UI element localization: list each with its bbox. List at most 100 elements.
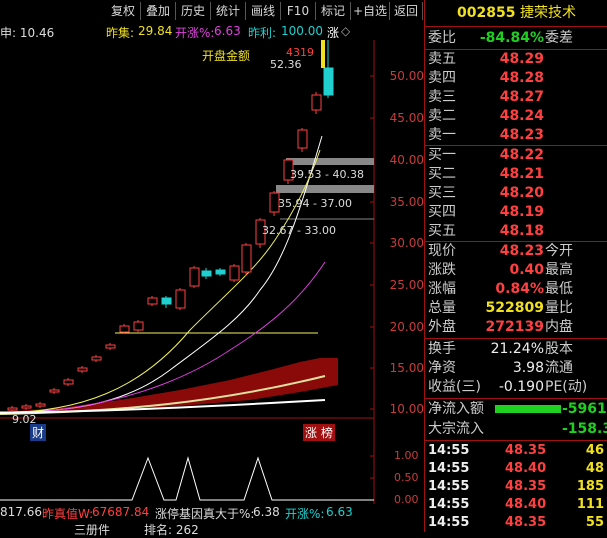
net-flow-bar — [495, 405, 561, 413]
ask-row-4[interactable]: 卖四 48.28 — [425, 69, 607, 88]
bid-row-5[interactable]: 买五 48.18 — [425, 222, 607, 241]
ask-label: 卖一 — [428, 127, 456, 143]
trade-volume: 46 — [585, 443, 604, 458]
ask-row-2[interactable]: 卖二 48.24 — [425, 107, 607, 126]
bid-row-1[interactable]: 买一 48.22 — [425, 146, 607, 165]
stat-label2: 最低 — [545, 281, 573, 297]
candle-body — [105, 344, 116, 349]
candle-body — [201, 270, 212, 277]
y-tick-35: 35.00 — [389, 195, 424, 209]
stat-row-volume: 总量 522809 量比 — [425, 299, 607, 318]
bid-price: 48.22 — [499, 147, 544, 163]
fuquan-button[interactable]: 复权 — [106, 2, 141, 20]
candle-body — [49, 389, 60, 393]
price-axis-labels: 50.00 45.00 40.00 35.00 30.00 25.00 20.0… — [376, 40, 424, 420]
f10-button[interactable]: F10 — [281, 2, 316, 20]
bottom-row2-left: 三册件 — [74, 523, 111, 537]
add-favorite-button[interactable]: +自选 — [351, 2, 390, 20]
stat-value: 272139 — [485, 319, 544, 335]
stock-name: 捷荣技术 — [519, 5, 576, 21]
signal-line — [0, 456, 374, 501]
trade-volume: 48 — [585, 461, 604, 476]
indicator-prefix: 申: 10.46 — [0, 26, 55, 40]
tongji-button[interactable]: 统计 — [211, 2, 246, 20]
bid-row-2[interactable]: 买二 48.21 — [425, 165, 607, 184]
back-button[interactable]: 返回 — [390, 2, 423, 20]
ask-price: 48.24 — [499, 108, 544, 124]
trade-volume: 55 — [585, 515, 604, 530]
y-tick-20: 20.00 — [389, 320, 424, 334]
stat-label2: 股本 — [545, 341, 573, 357]
stat-label2: 今开 — [545, 243, 573, 259]
stat-label2: 内盘 — [545, 319, 573, 335]
trade-time: 14:55 — [428, 443, 470, 458]
flow-label: 大宗流入 — [428, 421, 484, 437]
stat-label: 现价 — [428, 243, 456, 259]
trade-time: 14:55 — [428, 461, 470, 476]
lower-tick-05: 0.50 — [394, 471, 419, 484]
stat-value: 0.84% — [495, 281, 544, 297]
diamond-icon[interactable]: ◇ — [341, 24, 350, 38]
trade-time: 14:55 — [428, 497, 470, 512]
candle-body — [323, 67, 334, 96]
candle-body — [147, 297, 158, 305]
trade-price: 48.35 — [505, 443, 547, 458]
ask-row-5[interactable]: 卖五 48.29 — [425, 50, 607, 69]
stat-row-outer: 外盘 272139 内盘 — [425, 318, 607, 337]
bid-label: 买二 — [428, 166, 456, 182]
y-tick-15: 15.00 — [389, 361, 424, 375]
range-band-2 — [276, 185, 374, 193]
trade-volume: 111 — [576, 497, 604, 512]
indicator-chart[interactable] — [0, 420, 424, 504]
stat-row-price: 现价 48.23 今开 — [425, 242, 607, 261]
bid-price: 48.19 — [499, 204, 544, 220]
stat-label2: 最高 — [545, 262, 573, 278]
zhangting-gene-value: 6.38 — [253, 505, 280, 519]
quote-panel: 002855 捷荣技术 委比 -84.84% 委差 卖五 48.29 卖四 48.2… — [424, 0, 607, 532]
trade-row: 14:55 48.35 46 — [425, 442, 607, 460]
trade-time: 14:55 — [428, 479, 470, 494]
kline-chart[interactable] — [0, 40, 424, 420]
range-band-1 — [286, 158, 374, 165]
bid-row-4[interactable]: 买四 48.19 — [425, 203, 607, 222]
candle-body — [229, 265, 240, 281]
flow-label: 净流入额 — [428, 401, 484, 417]
kaizhang-label: 开涨%: — [175, 26, 215, 40]
weibi-row: 委比 -84.84% 委差 — [425, 29, 607, 48]
stock-code: 002855 — [457, 5, 516, 21]
stat-label: 涨幅 — [428, 281, 456, 297]
candle-body — [35, 403, 46, 407]
candle-body — [63, 379, 74, 385]
bid-price: 48.20 — [499, 185, 544, 201]
ask-row-1[interactable]: 卖一 48.23 — [425, 126, 607, 145]
y-tick-30: 30.00 — [389, 236, 424, 250]
trade-row: 14:55 48.35 55 — [425, 514, 607, 532]
huaxian-button[interactable]: 画线 — [246, 2, 281, 20]
biaoji-button[interactable]: 标记 — [316, 2, 351, 20]
stat-row-eps: 收益(三) -0.190 PE(动) — [425, 378, 607, 397]
y-tick-40: 40.00 — [389, 153, 424, 167]
trade-price: 48.40 — [505, 497, 547, 512]
stat-value: -0.190 — [498, 379, 544, 395]
zuoji-label: 昨集: — [106, 26, 135, 40]
candle-body — [215, 269, 226, 275]
stat-value: 522809 — [485, 300, 544, 316]
stat-label: 收益(三) — [428, 379, 481, 395]
stat-row-turnover: 换手 21.24% 股本 — [425, 340, 607, 359]
bid-row-3[interactable]: 买三 48.20 — [425, 184, 607, 203]
diejia-button[interactable]: 叠加 — [141, 2, 176, 20]
trade-price: 48.35 — [505, 515, 547, 530]
bid-label: 买四 — [428, 204, 456, 220]
candle-body — [21, 405, 32, 409]
zuoli-value: 100.00 — [281, 24, 323, 38]
ask-price: 48.27 — [499, 89, 544, 105]
stat-label: 换手 — [428, 341, 456, 357]
trade-volume: 185 — [576, 479, 604, 494]
ask-row-3[interactable]: 卖三 48.27 — [425, 88, 607, 107]
weibi-value: -84.84% — [479, 30, 544, 46]
bid-label: 买五 — [428, 223, 456, 239]
lishi-button[interactable]: 历史 — [176, 2, 211, 20]
stat-label: 涨跌 — [428, 262, 456, 278]
zhang-label: 涨 — [327, 26, 340, 40]
weicha-label: 委差 — [545, 30, 573, 46]
